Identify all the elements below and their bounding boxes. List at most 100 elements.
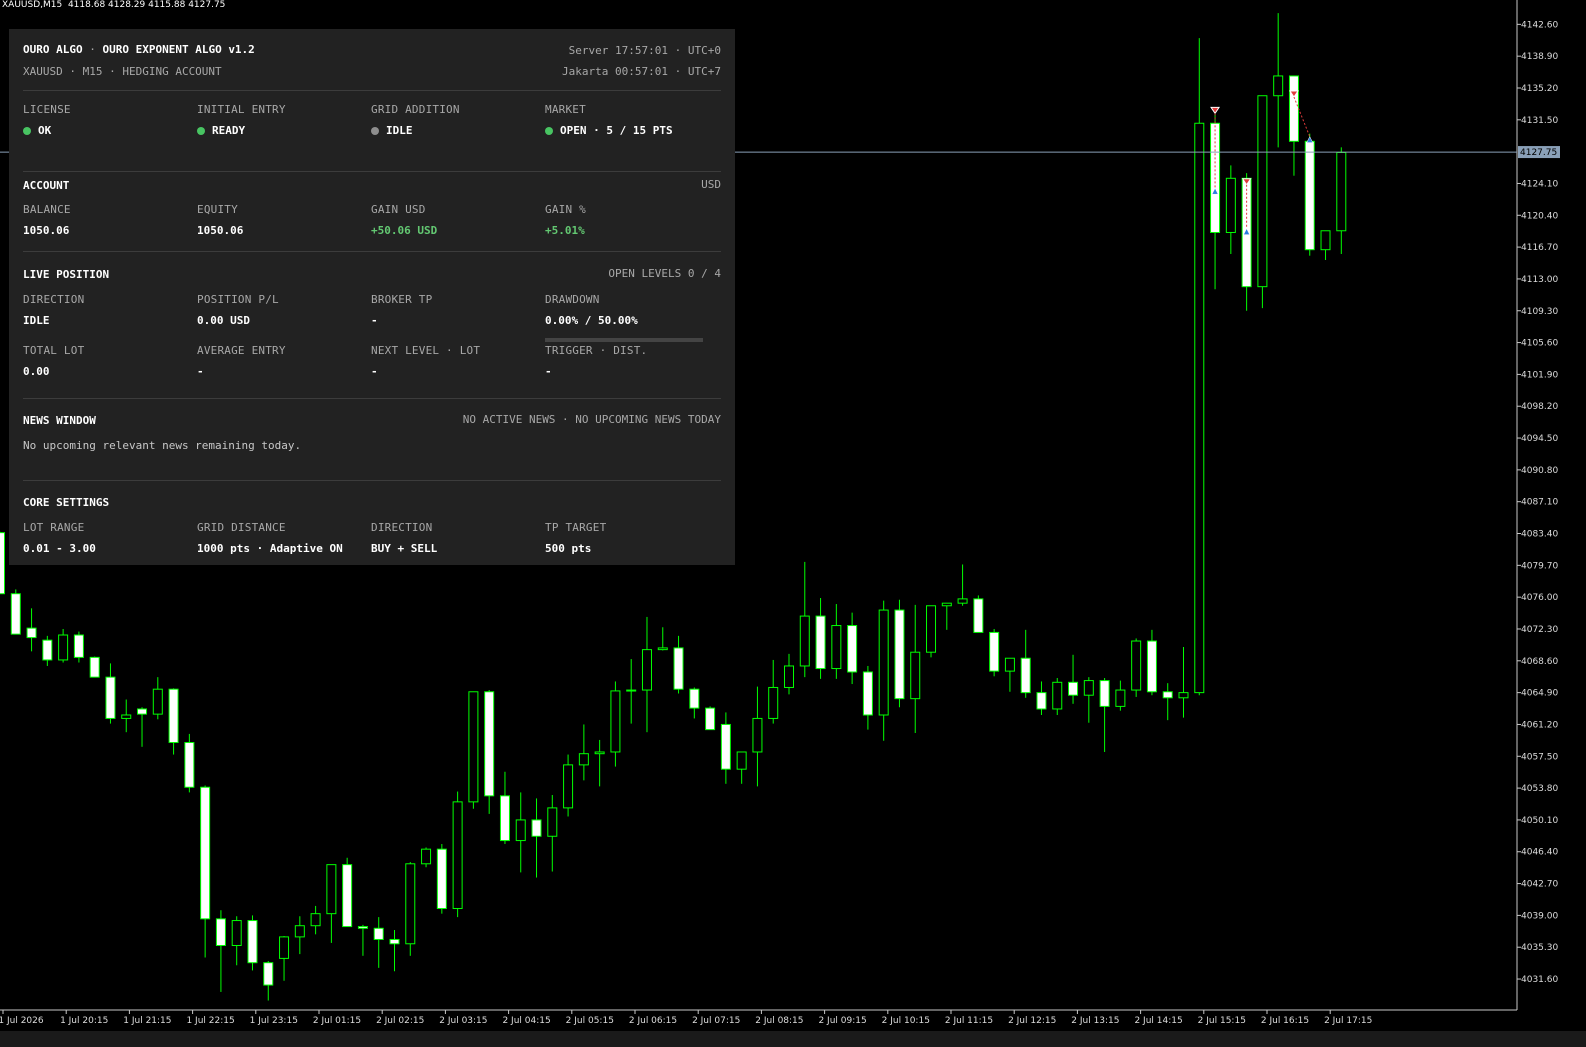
candle-body bbox=[1052, 681, 1063, 710]
candle-body bbox=[705, 707, 716, 731]
y-tick-label: 4039.00 bbox=[1521, 911, 1558, 921]
candle-body bbox=[531, 819, 542, 837]
field-value: 500 pts bbox=[545, 542, 592, 555]
candle-body bbox=[1336, 151, 1347, 232]
candle-body bbox=[58, 634, 69, 661]
current-price-label: 4127.75 bbox=[1520, 148, 1557, 158]
field-0: TOTAL LOT 0.00 bbox=[23, 344, 193, 378]
field-1: INITIAL ENTRY READY bbox=[197, 103, 367, 137]
y-tick-label: 4064.90 bbox=[1521, 689, 1558, 699]
x-tick-label: 2 Jul 08:15 bbox=[755, 1016, 803, 1026]
open-levels: OPEN LEVELS 0 / 4 bbox=[608, 267, 721, 280]
candle-body bbox=[373, 927, 384, 940]
field-value: 1000 pts · Adaptive ON bbox=[197, 542, 343, 555]
y-tick-label: 4105.60 bbox=[1521, 339, 1558, 349]
symbol-label: XAUUSD,M15 bbox=[2, 0, 63, 10]
candle-body bbox=[926, 605, 937, 653]
field-1: POSITION P/L 0.00 USD bbox=[197, 293, 367, 327]
y-tick-label: 4142.60 bbox=[1521, 20, 1558, 30]
account-currency: USD bbox=[701, 178, 721, 191]
candle-body bbox=[847, 625, 858, 673]
y-tick-label: 4042.70 bbox=[1521, 880, 1558, 890]
field-1: EQUITY 1050.06 bbox=[197, 203, 367, 237]
x-tick-label: 2 Jul 15:15 bbox=[1198, 1016, 1246, 1026]
candle-body bbox=[1320, 230, 1331, 251]
candle-body bbox=[641, 649, 652, 691]
candle-body bbox=[357, 926, 368, 929]
y-tick-label: 4124.10 bbox=[1521, 179, 1558, 189]
x-tick-label: 2 Jul 04:15 bbox=[502, 1016, 550, 1026]
field-value: 0.01 - 3.00 bbox=[23, 542, 96, 555]
field-1: GRID DISTANCE 1000 pts · Adaptive ON bbox=[197, 521, 367, 555]
candle-body bbox=[405, 863, 416, 945]
candle-body bbox=[973, 598, 984, 633]
candle-body bbox=[421, 848, 432, 865]
x-tick-label: 2 Jul 17:15 bbox=[1324, 1016, 1372, 1026]
candle-body bbox=[1162, 691, 1173, 699]
field-2: BROKER TP - bbox=[371, 293, 541, 327]
candle-body bbox=[610, 690, 621, 753]
field-value: BUY + SELL bbox=[371, 542, 438, 555]
candle-body bbox=[436, 848, 447, 910]
x-tick-label: 1 Jul 20:15 bbox=[60, 1016, 108, 1026]
y-tick-label: 4076.00 bbox=[1521, 593, 1558, 603]
candle-body bbox=[184, 742, 195, 788]
candle-body bbox=[1020, 657, 1031, 694]
x-tick-label: 2 Jul 14:15 bbox=[1134, 1016, 1182, 1026]
y-tick-label: 4109.30 bbox=[1521, 307, 1558, 317]
y-tick-label: 4094.50 bbox=[1521, 434, 1558, 444]
candle-body bbox=[42, 639, 53, 661]
field-value: 1050.06 bbox=[197, 224, 244, 237]
news-status: NO ACTIVE NEWS · NO UPCOMING NEWS TODAY bbox=[462, 413, 721, 426]
candle-body bbox=[878, 609, 889, 716]
status-value: IDLE bbox=[386, 124, 413, 137]
candle-body bbox=[0, 532, 5, 595]
field-3: TP TARGET 500 pts bbox=[545, 521, 715, 555]
candle-body bbox=[10, 593, 21, 635]
candle-body bbox=[563, 764, 574, 809]
chart-symbol-header: XAUUSD,M15 4118.68 4128.29 4115.88 4127.… bbox=[2, 0, 225, 10]
field-label: DIRECTION bbox=[371, 521, 433, 534]
x-tick-label: 2 Jul 16:15 bbox=[1261, 1016, 1309, 1026]
field-value: +50.06 USD bbox=[371, 224, 438, 237]
candle-body bbox=[89, 656, 100, 678]
field-label: GAIN USD bbox=[371, 203, 426, 216]
field-2: GAIN USD +50.06 USD bbox=[371, 203, 541, 237]
y-tick-label: 4050.10 bbox=[1521, 816, 1558, 826]
field-3: TRIGGER · DIST. - bbox=[545, 344, 715, 378]
candle-body bbox=[578, 753, 589, 766]
field-label: LICENSE bbox=[23, 103, 71, 116]
candle-body bbox=[468, 691, 479, 803]
candle-body bbox=[1083, 680, 1094, 696]
candle-body bbox=[200, 786, 211, 920]
field-label: MARKET bbox=[545, 103, 586, 116]
news-window-title: NEWS WINDOW bbox=[23, 414, 96, 427]
x-tick-label: 1 Jul 2026 bbox=[0, 1016, 44, 1026]
divider bbox=[23, 171, 721, 172]
candle-body bbox=[799, 615, 810, 667]
candle-body bbox=[231, 920, 242, 946]
candle-body bbox=[152, 688, 163, 715]
field-value: READY bbox=[197, 124, 367, 137]
account-subtitle: XAUUSD · M15 · HEDGING ACCOUNT bbox=[23, 65, 222, 78]
y-tick-label: 4120.40 bbox=[1521, 211, 1558, 221]
candle-body bbox=[294, 925, 305, 938]
product-name: OURO EXPONENT ALGO v1.2 bbox=[102, 43, 255, 56]
field-label: BALANCE bbox=[23, 203, 71, 216]
candle-body bbox=[941, 602, 952, 607]
sell-arrow-icon bbox=[1210, 106, 1220, 115]
y-tick-label: 4087.10 bbox=[1521, 498, 1558, 508]
candle-body bbox=[1099, 680, 1110, 707]
candle-body bbox=[768, 686, 779, 719]
field-value: OK bbox=[23, 124, 193, 137]
field-0: DIRECTION IDLE bbox=[23, 293, 193, 327]
field-label: TOTAL LOT bbox=[23, 344, 85, 357]
candle-body bbox=[989, 631, 1000, 672]
candle-body bbox=[26, 627, 37, 639]
field-label: INITIAL ENTRY bbox=[197, 103, 286, 116]
candle-body bbox=[215, 918, 226, 946]
candle-body bbox=[499, 795, 510, 842]
ea-dashboard-panel: OURO ALGO · OURO EXPONENT ALGO v1.2 XAUU… bbox=[9, 29, 735, 565]
field-3: DRAWDOWN 0.00% / 50.00% bbox=[545, 293, 715, 327]
candle-body bbox=[1131, 640, 1142, 691]
